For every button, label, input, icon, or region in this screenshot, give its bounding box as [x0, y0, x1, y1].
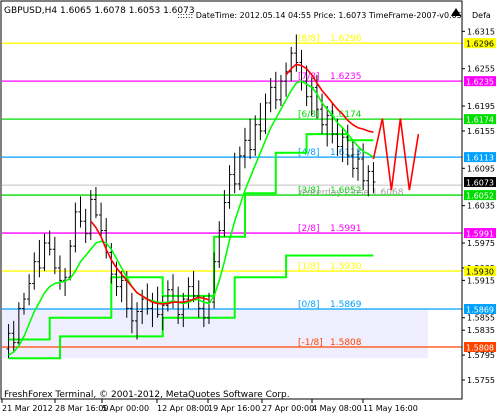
price-tag: 1.6174 — [464, 114, 496, 125]
price-tag: 1.5930 — [464, 266, 496, 277]
y-tick-label: 1.6315 — [467, 27, 495, 36]
level-label: [-1/8] — [298, 338, 323, 348]
price-tag-label: 1.5869 — [466, 306, 494, 315]
y-tick-label: 1.5835 — [467, 326, 495, 335]
x-tick-label: 21 Mar 2012 — [2, 404, 53, 413]
price-tag-label: 1.5808 — [466, 344, 494, 353]
chart-canvas[interactable]: [8/8] 1.6296[7/8] 1.6235[6/8] 1.6174[4/8] 1.… — [0, 0, 497, 416]
price-tag: 1.6235 — [464, 76, 496, 87]
corner-label: Defa — [472, 11, 491, 20]
level-price: 1.6235 — [330, 72, 362, 82]
y-tick-label: 1.5755 — [467, 376, 495, 385]
copyright-footer: FreshForex Terminal, © 2001-2012, MetaQu… — [4, 390, 290, 400]
level-label: [6/8] — [298, 110, 320, 120]
y-tick-label: 1.5855 — [467, 314, 495, 323]
level-price: 1.5869 — [330, 300, 362, 310]
x-tick-label: 11 May 16:00 — [363, 404, 418, 413]
x-tick-label: 28 Mar 16:00 — [55, 404, 108, 413]
price-tag: 1.6113 — [464, 152, 496, 163]
x-tick-label: 4 May 08:00 — [312, 404, 362, 413]
price-tag-label: 1.6235 — [466, 78, 494, 87]
level-price: 1.6113 — [330, 148, 362, 158]
level-price: 1.5930 — [330, 262, 362, 272]
level-label: [1/8] — [298, 262, 320, 272]
symbol-info: GBPUSD,H4 1.6065 1.6078 1.6053 1.6073 — [4, 6, 195, 16]
price-tag: 1.6052 — [464, 190, 496, 201]
price-tag: 1.5991 — [464, 228, 496, 239]
level-price: 1.6296 — [330, 34, 362, 44]
y-tick-label: 1.5915 — [467, 276, 495, 285]
x-tick-label: 27 Apr 00:00 — [262, 404, 314, 413]
y-tick-label: 1.6255 — [467, 65, 495, 74]
price-tag-label: 1.6296 — [466, 40, 494, 49]
price-tag-label: 1.6073 — [466, 179, 494, 188]
y-tick-label: 1.6155 — [467, 127, 495, 136]
price-tag-label: 1.6052 — [466, 192, 494, 201]
range-band — [2, 309, 428, 359]
x-tick-label: 19 Apr 16:00 — [208, 404, 260, 413]
level-label: [2/8] — [298, 224, 320, 234]
level-price: 1.5808 — [330, 338, 362, 348]
price-tag: 1.6296 — [464, 38, 496, 49]
status-info: :::::: DateTime: 2012.05.14 04:55 Price:… — [177, 11, 462, 20]
price-tag-label: 1.5991 — [466, 230, 494, 239]
price-tag: 1.5869 — [464, 304, 496, 315]
price-tag-label: 1.6113 — [466, 154, 494, 163]
price-tag: 1.6073 — [464, 177, 496, 188]
y-tick-label: 1.6035 — [467, 202, 495, 211]
yesterday-close-label: Yesterday Close 1.6068 — [297, 188, 404, 198]
level-label: [0/8] — [298, 300, 320, 310]
x-tick-label: 12 Apr 08:00 — [157, 404, 209, 413]
y-tick-label: 1.6195 — [467, 102, 495, 111]
price-tag-label: 1.6174 — [466, 116, 494, 125]
price-tag-label: 1.5930 — [466, 268, 494, 277]
level-price: 1.5991 — [330, 224, 362, 234]
price-tag: 1.5808 — [464, 342, 496, 353]
level-label: [8/8] — [298, 34, 320, 44]
chart-window: [8/8] 1.6296 [7/8] 1.6235 [6/8] 1.6174 [4/8] 1.… — [0, 0, 497, 416]
x-tick-label: 5 Apr 00:00 — [102, 404, 149, 413]
y-tick-label: 1.6095 — [467, 164, 495, 173]
y-tick-label: 1.5975 — [467, 239, 495, 248]
